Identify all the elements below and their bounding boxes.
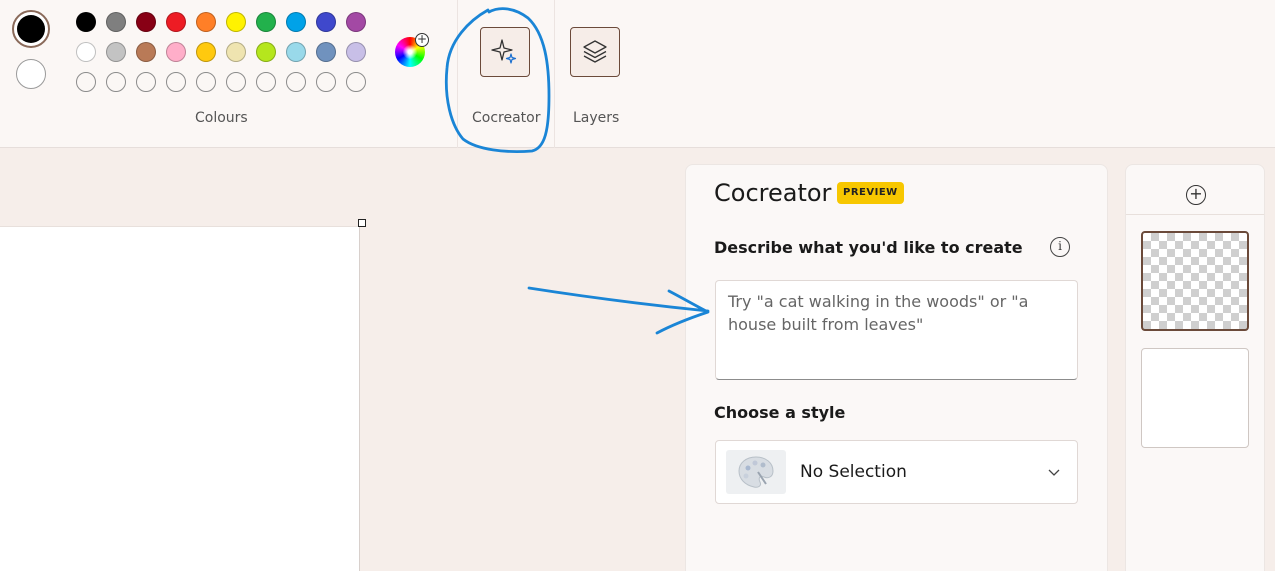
cocreator-panel: Cocreator PREVIEW Describe what you'd li…: [685, 164, 1108, 571]
edit-colours-wheel-icon[interactable]: +: [395, 33, 429, 67]
layers-panel: +: [1125, 164, 1265, 571]
ribbon-divider: [554, 0, 555, 148]
primary-colour-swatch[interactable]: [12, 10, 50, 48]
cocreator-label: Cocreator: [472, 110, 541, 126]
custom-colour-slot[interactable]: [226, 72, 246, 92]
custom-colour-slot[interactable]: [316, 72, 336, 92]
cocreator-panel-title: Cocreator: [714, 179, 832, 207]
palette-swatch[interactable]: [316, 42, 336, 62]
palette-swatch[interactable]: [286, 12, 306, 32]
custom-colour-slot[interactable]: [346, 72, 366, 92]
palette-swatch[interactable]: [316, 12, 336, 32]
palette-swatch[interactable]: [136, 12, 156, 32]
palette-swatch[interactable]: [286, 42, 306, 62]
palette-swatch[interactable]: [166, 12, 186, 32]
palette-swatch[interactable]: [196, 42, 216, 62]
palette-swatch[interactable]: [346, 42, 366, 62]
primary-colour-fill: [17, 15, 45, 43]
custom-colour-slot[interactable]: [106, 72, 126, 92]
chevron-down-icon: [1048, 469, 1060, 476]
palette-swatch[interactable]: [166, 42, 186, 62]
layer-thumbnail-active[interactable]: [1141, 231, 1249, 331]
ribbon-divider: [457, 0, 458, 148]
palette-swatch[interactable]: [226, 12, 246, 32]
canvas-resize-handle[interactable]: [358, 219, 366, 227]
palette-swatch[interactable]: [256, 12, 276, 32]
palette-swatch[interactable]: [76, 12, 96, 32]
custom-colour-slot[interactable]: [286, 72, 306, 92]
add-colour-plus-icon: +: [415, 32, 429, 47]
palette-swatch[interactable]: [106, 12, 126, 32]
palette-thumbnail-icon: [726, 450, 786, 494]
preview-badge: PREVIEW: [837, 182, 904, 204]
layers-panel-header: +: [1126, 165, 1264, 215]
prompt-input[interactable]: [715, 280, 1078, 380]
custom-colour-slot[interactable]: [256, 72, 276, 92]
style-selected-value: No Selection: [800, 462, 907, 482]
ribbon-toolbar: + Colours Cocreator Layers: [0, 0, 1275, 148]
custom-colour-slot[interactable]: [166, 72, 186, 92]
canvas-area: [0, 149, 685, 571]
add-layer-plus-icon[interactable]: +: [1186, 185, 1206, 205]
secondary-colour-swatch[interactable]: [16, 59, 46, 89]
layers-icon: [583, 40, 607, 63]
layers-label: Layers: [573, 110, 620, 126]
choose-style-label: Choose a style: [714, 403, 846, 422]
style-dropdown[interactable]: No Selection: [715, 440, 1078, 504]
info-icon[interactable]: i: [1050, 237, 1070, 257]
palette-swatch[interactable]: [256, 42, 276, 62]
palette-swatch[interactable]: [346, 12, 366, 32]
sparkle-icon: [491, 39, 517, 64]
colours-group-label: Colours: [195, 110, 248, 126]
palette-swatch[interactable]: [76, 42, 96, 62]
palette-swatch[interactable]: [136, 42, 156, 62]
cocreator-button[interactable]: [480, 27, 530, 77]
palette-swatch[interactable]: [106, 42, 126, 62]
custom-colour-slot[interactable]: [196, 72, 216, 92]
layers-button[interactable]: [570, 27, 620, 77]
palette-swatch[interactable]: [196, 12, 216, 32]
colour-palette: [76, 12, 366, 92]
drawing-canvas[interactable]: [0, 226, 360, 571]
custom-colour-slot[interactable]: [76, 72, 96, 92]
custom-colour-slot[interactable]: [136, 72, 156, 92]
describe-label: Describe what you'd like to create: [714, 238, 1023, 257]
layer-thumbnail-background[interactable]: [1141, 348, 1249, 448]
palette-swatch[interactable]: [226, 42, 246, 62]
